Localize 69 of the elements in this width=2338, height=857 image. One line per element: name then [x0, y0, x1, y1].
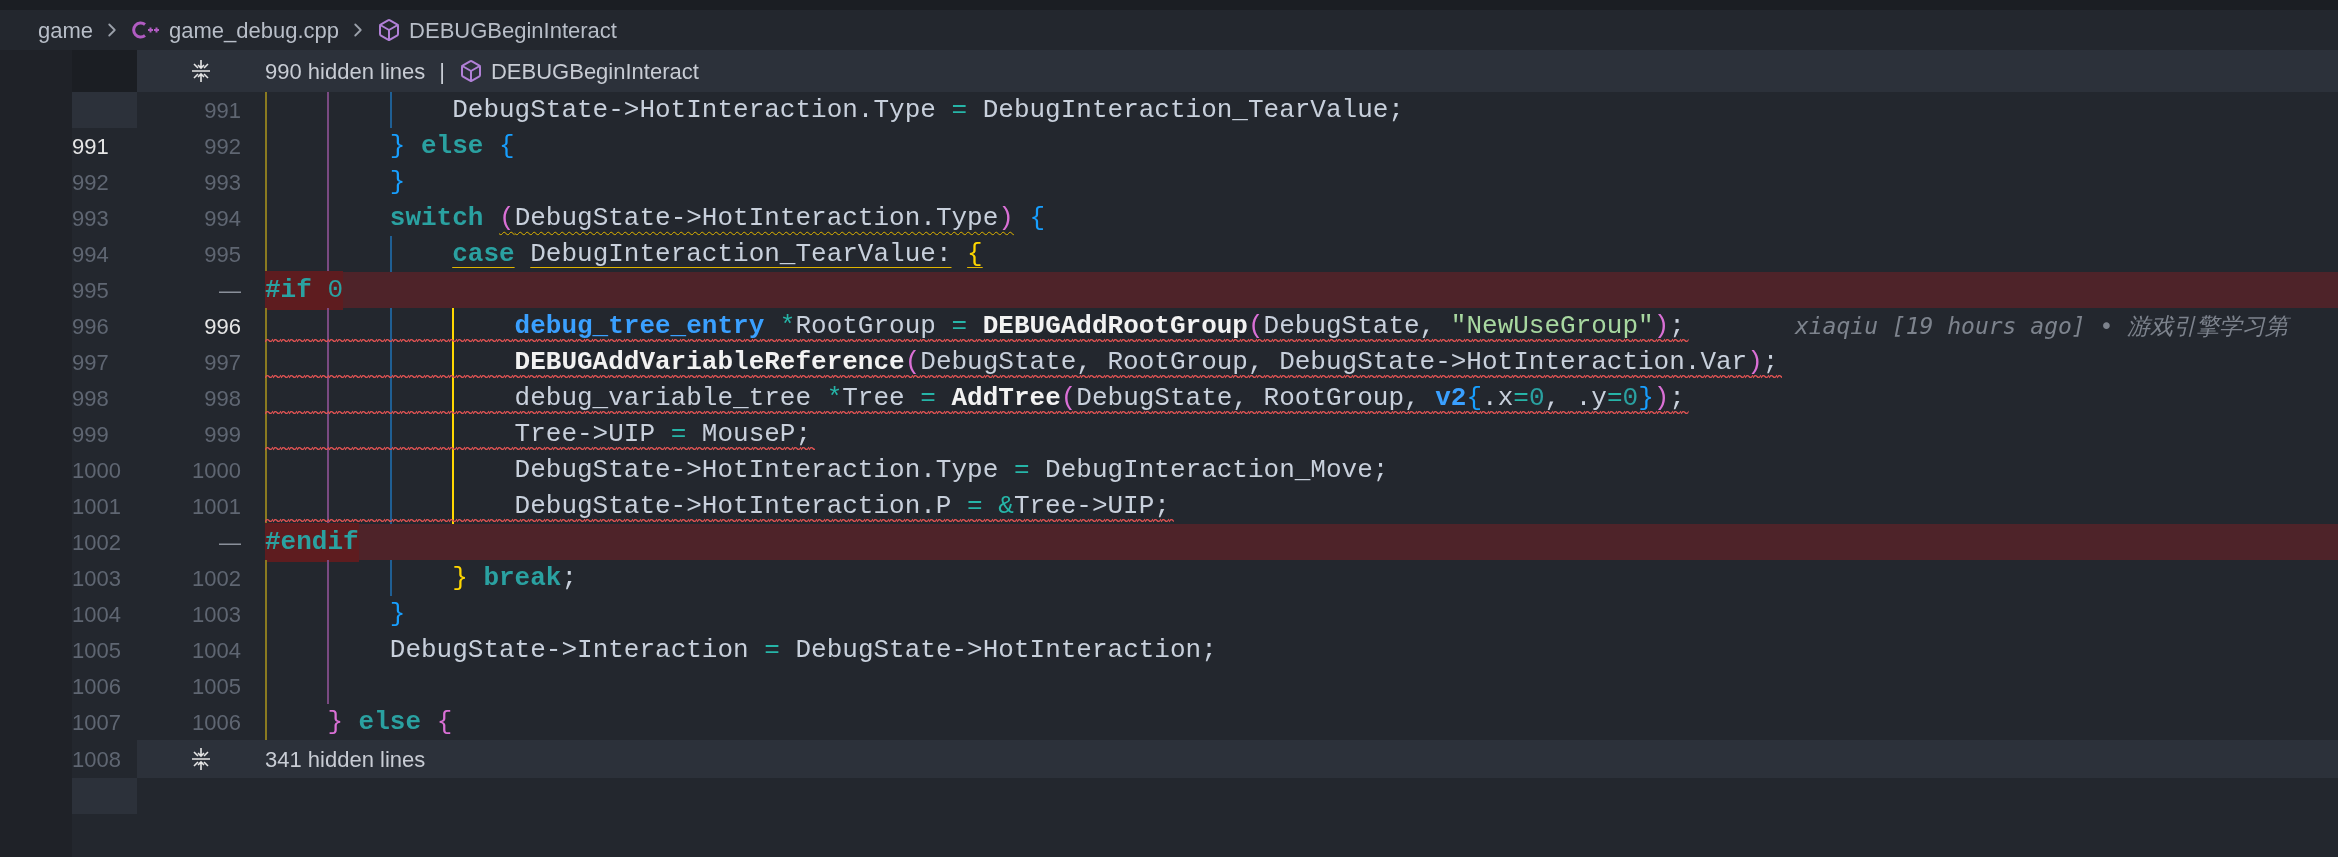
indent-guide — [389, 236, 392, 272]
blame-annotation: xiaqiu [19 hours ago] • 游戏引擎学习第 — [1794, 311, 2289, 341]
code-line: debug_tree_entry *RootGroup = DEBUGAddRootGroup(DebugState, "NewUseGroup"); — [514, 309, 1685, 343]
code-line: } break; — [452, 561, 578, 595]
line-number: 1006 — [192, 708, 241, 737]
code-line: DebugState->HotInteraction.Type = DebugInteraction_Move; — [514, 453, 1389, 487]
cube-icon — [458, 59, 483, 83]
code-line: DebugState->Interaction = DebugState->HotInteraction; — [389, 633, 1217, 667]
line-number: 995 — [72, 276, 109, 305]
unfold-icon[interactable] — [190, 747, 212, 771]
hidden-lines-bar[interactable]: 990 hidden lines | DEBUGBeginInteract — [137, 50, 2338, 92]
line-number: 997 — [72, 348, 109, 377]
line-number: 995 — [204, 240, 241, 269]
code-line: case DebugInteraction_TearValue: { — [452, 237, 983, 271]
line-number: 1003 — [72, 564, 121, 593]
indent-guide — [389, 92, 392, 128]
line-number: 1004 — [192, 636, 241, 665]
breadcrumb-item[interactable]: DEBUGBeginInteract — [409, 13, 617, 47]
line-number: 1000 — [192, 456, 241, 485]
hidden-lines-bar[interactable]: 341 hidden lines — [137, 740, 2338, 778]
line-number: 996 — [72, 312, 109, 341]
line-number: 1002 — [72, 528, 121, 557]
line-number: 1001 — [72, 492, 121, 521]
code-line: } else { — [389, 129, 515, 163]
code-line: DebugState->HotInteraction.P = &Tree->UIP; — [514, 489, 1170, 523]
indent-guide — [389, 560, 392, 596]
breadcrumb-item[interactable]: game — [38, 13, 94, 47]
code-line: } — [389, 597, 406, 631]
code-line: switch (DebugState->HotInteraction.Type) { — [389, 201, 1046, 235]
line-number: 1005 — [72, 636, 121, 665]
code-line: DEBUGAddVariableReference(DebugState, RootGroup, DebugState->HotInteraction.Var); — [514, 345, 1779, 379]
line-number: 1000 — [72, 456, 121, 485]
line-number: 994 — [204, 204, 241, 233]
line-number: 1002 — [192, 564, 241, 593]
hidden-lines-label: 990 hidden lines — [265, 57, 426, 86]
line-number: 999 — [204, 420, 241, 449]
cube-icon — [377, 18, 402, 42]
line-number: 1007 — [72, 708, 121, 737]
fold-marker: — — [219, 276, 241, 305]
unfold-icon[interactable] — [190, 59, 212, 83]
line-number: 1004 — [72, 600, 121, 629]
line-number: 998 — [72, 384, 109, 413]
line-number: 994 — [72, 240, 109, 269]
code-line: debug_variable_tree *Tree = AddTree(DebugState, RootGroup, v2{.x=0, .y=0}); — [514, 381, 1685, 415]
cpp-file-icon — [131, 19, 162, 41]
breadcrumb-item[interactable]: game_debug.cpp — [169, 13, 340, 47]
line-number: 993 — [72, 204, 109, 233]
line-number: 1006 — [72, 672, 121, 701]
code-line: } — [389, 165, 406, 199]
line-number: 991 — [204, 96, 241, 125]
line-number: 997 — [204, 348, 241, 377]
code-line: } else { — [327, 705, 453, 739]
line-number: 1003 — [192, 600, 241, 629]
separator: | — [439, 57, 445, 86]
code-line: DebugState->HotInteraction.Type = DebugInteraction_TearValue; — [452, 93, 1404, 127]
line-number: 1008 — [72, 745, 121, 774]
line-number: 998 — [204, 384, 241, 413]
symbol-name: DEBUGBeginInteract — [490, 57, 699, 86]
code-line: Tree->UIP = MouseP; — [514, 417, 812, 451]
line-number: 996 — [204, 312, 241, 341]
hidden-lines-label: 341 hidden lines — [265, 745, 426, 774]
line-number: 991 — [72, 132, 109, 161]
line-number: 999 — [72, 420, 109, 449]
fold-marker: — — [219, 528, 241, 557]
line-number: 992 — [72, 168, 109, 197]
line-number: 993 — [204, 168, 241, 197]
line-number: 1005 — [192, 672, 241, 701]
line-number: 992 — [204, 132, 241, 161]
line-number: 1001 — [192, 492, 241, 521]
